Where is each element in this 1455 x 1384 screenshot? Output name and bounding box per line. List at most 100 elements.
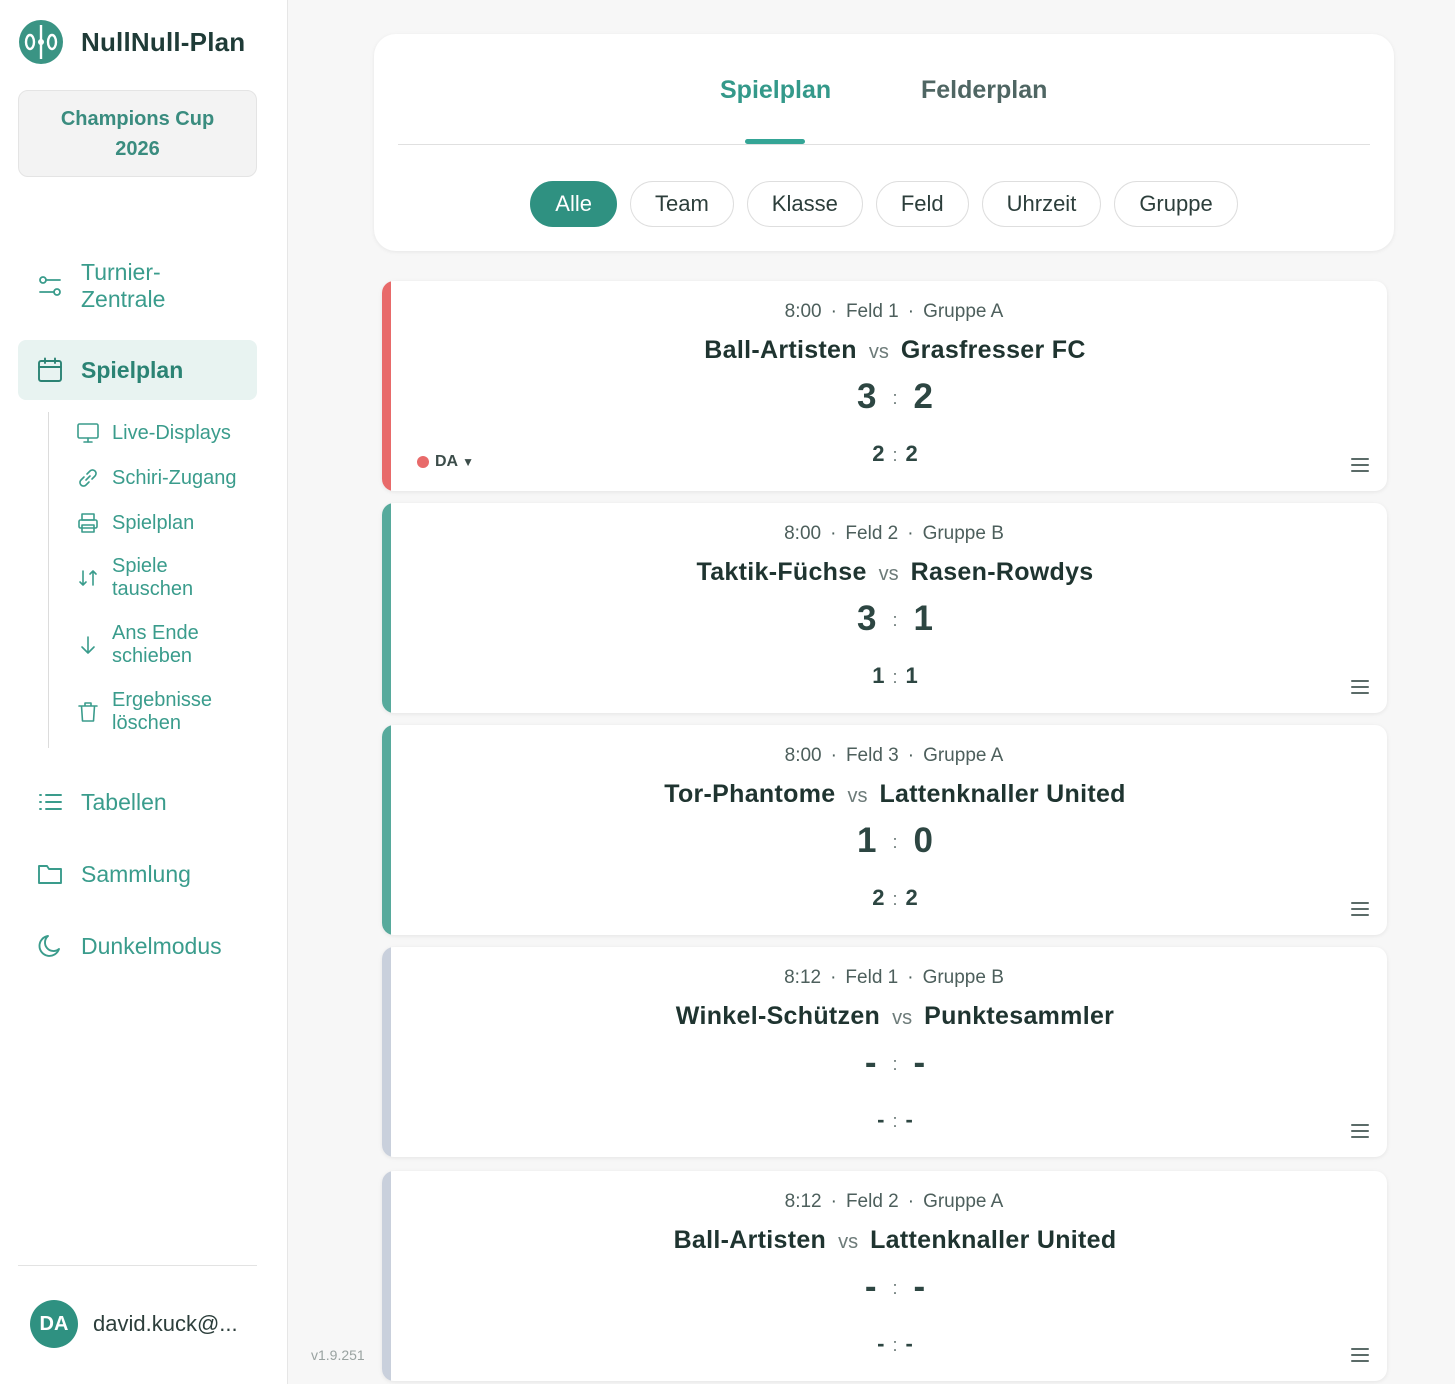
filter-feld[interactable]: Feld — [875, 181, 969, 227]
subnav-label: Schiri-Zugang — [112, 466, 237, 489]
away-team: Lattenknaller United — [870, 1226, 1117, 1254]
final-score[interactable]: 1:0 — [382, 821, 1387, 861]
final-score[interactable]: 3:2 — [382, 377, 1387, 417]
drag-handle-icon[interactable] — [1351, 902, 1369, 916]
match-teams: Ball-Artisten vs Lattenknaller United — [382, 1226, 1387, 1255]
half-home: - — [877, 1107, 885, 1132]
drag-handle-icon[interactable] — [1351, 1124, 1369, 1138]
subnav-label: Live-Displays — [112, 421, 231, 444]
halftime-score[interactable]: 1:1 — [382, 663, 1387, 689]
subnav-spielplan-drucken[interactable]: Spielplan — [76, 511, 194, 535]
score-away: - — [913, 1043, 926, 1082]
match-meta: 8:00 · Feld 3 · Gruppe A — [784, 745, 1004, 766]
folder-icon — [36, 860, 64, 888]
filter-uhrzeit[interactable]: Uhrzeit — [981, 181, 1102, 227]
subnav-ergebnisse-loeschen[interactable]: Ergebnisse löschen — [76, 689, 212, 735]
match-group: Gruppe A — [923, 1191, 1004, 1212]
drag-handle-icon[interactable] — [1351, 1348, 1369, 1362]
subnav-live-displays[interactable]: Live-Displays — [76, 421, 231, 445]
match-card[interactable]: 8:12 · Feld 1 · Gruppe B Winkel-Schützen vs Pu… — [382, 947, 1387, 1157]
score-away: 0 — [913, 821, 933, 860]
nav-spielplan[interactable]: Spielplan — [18, 340, 257, 400]
home-team: Winkel-Schützen — [675, 1002, 881, 1030]
subnav-label: Ergebnisse löschen — [112, 689, 213, 734]
nav-tabellen[interactable]: Tabellen — [18, 782, 257, 822]
score-home: - — [864, 1267, 877, 1306]
user-email: david.kuck@... — [93, 1311, 238, 1336]
score-away: - — [913, 1267, 926, 1306]
match-field: Feld 2 — [845, 1191, 899, 1212]
tabs-divider — [398, 144, 1370, 145]
subnav-schiri-zugang[interactable]: Schiri-Zugang — [76, 466, 237, 490]
final-score[interactable]: -:- — [382, 1043, 1387, 1083]
vs-label: vs — [847, 785, 868, 807]
user-account[interactable]: DA david.kuck@... — [30, 1300, 238, 1348]
list-icon — [36, 788, 64, 816]
final-score[interactable]: 3:1 — [382, 599, 1387, 639]
half-away: 2 — [905, 885, 918, 910]
score-away: 2 — [913, 377, 933, 416]
halftime-score[interactable]: 2:2 — [382, 885, 1387, 911]
match-teams: Ball-Artisten vs Grasfresser FC — [382, 336, 1387, 365]
match-card[interactable]: 8:12 · Feld 2 · Gruppe A Ball-Artisten vs Latt… — [382, 1171, 1387, 1381]
score-home: 3 — [857, 377, 877, 416]
half-home: - — [877, 1331, 885, 1356]
brand[interactable]: NullNull-Plan — [18, 19, 245, 65]
nav-turnier-zentrale[interactable]: Turnier- Zentrale — [18, 258, 257, 314]
home-team: Ball-Artisten — [673, 1226, 827, 1254]
nav-label: Dunkelmodus — [81, 932, 222, 959]
half-away: - — [905, 1331, 913, 1356]
score-away: 1 — [913, 599, 933, 638]
logo-icon — [19, 20, 63, 64]
filter-alle[interactable]: Alle — [530, 181, 617, 227]
nav-sammlung[interactable]: Sammlung — [18, 854, 257, 894]
match-time: 8:00 — [784, 301, 822, 322]
match-card[interactable]: 8:00 · Feld 2 · Gruppe B Taktik-Füchse vs Rase… — [382, 503, 1387, 713]
away-team: Lattenknaller United — [879, 780, 1126, 808]
tournament-selector[interactable]: Champions Cup 2026 — [18, 90, 257, 177]
nav-dunkelmodus[interactable]: Dunkelmodus — [18, 926, 257, 966]
filter-klasse[interactable]: Klasse — [746, 181, 863, 227]
drag-handle-icon[interactable] — [1351, 458, 1369, 472]
match-field: Feld 2 — [845, 523, 899, 544]
filter-team[interactable]: Team — [629, 181, 734, 227]
match-group: Gruppe B — [922, 967, 1004, 988]
app-name: NullNull-Plan — [81, 26, 246, 57]
arrow-down-icon — [76, 633, 100, 657]
match-field: Feld 1 — [845, 967, 899, 988]
match-teams: Winkel-Schützen vs Punktesammler — [382, 1002, 1387, 1031]
subnav-ans-ende-schieben[interactable]: Ans Ende schieben — [76, 622, 199, 668]
nav-label: Sammlung — [81, 860, 191, 887]
sidebar: NullNull-Plan Champions Cup 2026 Turnier… — [0, 0, 288, 1384]
filter-gruppe[interactable]: Gruppe — [1114, 181, 1238, 227]
caret-down-icon: ▼ — [462, 455, 474, 469]
subnav-label: Ans Ende schieben — [112, 622, 199, 667]
match-card[interactable]: 8:00 · Feld 1 · Gruppe A Ball-Artisten vs Gras… — [382, 281, 1387, 491]
sliders-icon — [36, 272, 64, 300]
halftime-score[interactable]: 2:2 — [382, 441, 1387, 467]
trash-icon — [76, 700, 100, 724]
final-score[interactable]: -:- — [382, 1267, 1387, 1307]
tab-spielplan[interactable]: Spielplan — [720, 76, 831, 105]
half-away: - — [905, 1107, 913, 1132]
half-home: 2 — [872, 441, 885, 466]
match-card[interactable]: 8:00 · Feld 3 · Gruppe A Tor-Phantome vs Latte… — [382, 725, 1387, 935]
drag-handle-icon[interactable] — [1351, 680, 1369, 694]
calendar-icon — [36, 356, 64, 384]
match-time: 8:00 — [784, 523, 822, 544]
avatar: DA — [30, 1300, 78, 1348]
subnav-label: Spiele tauschen — [112, 555, 194, 600]
link-icon — [76, 466, 100, 490]
tab-felderplan[interactable]: Felderplan — [921, 76, 1047, 105]
subnav-spiele-tauschen[interactable]: Spiele tauschen — [76, 555, 193, 601]
halftime-score[interactable]: -:- — [382, 1331, 1387, 1357]
referee-initials: DA — [435, 453, 459, 470]
referee-selector[interactable]: DA ▼ — [417, 453, 474, 471]
home-team: Taktik-Füchse — [696, 558, 867, 586]
monitor-icon — [76, 421, 100, 445]
match-time: 8:00 — [784, 745, 822, 766]
match-time: 8:12 — [784, 1191, 822, 1212]
match-group: Gruppe A — [923, 301, 1004, 322]
match-teams: Tor-Phantome vs Lattenknaller United — [382, 780, 1387, 809]
halftime-score[interactable]: -:- — [382, 1107, 1387, 1133]
